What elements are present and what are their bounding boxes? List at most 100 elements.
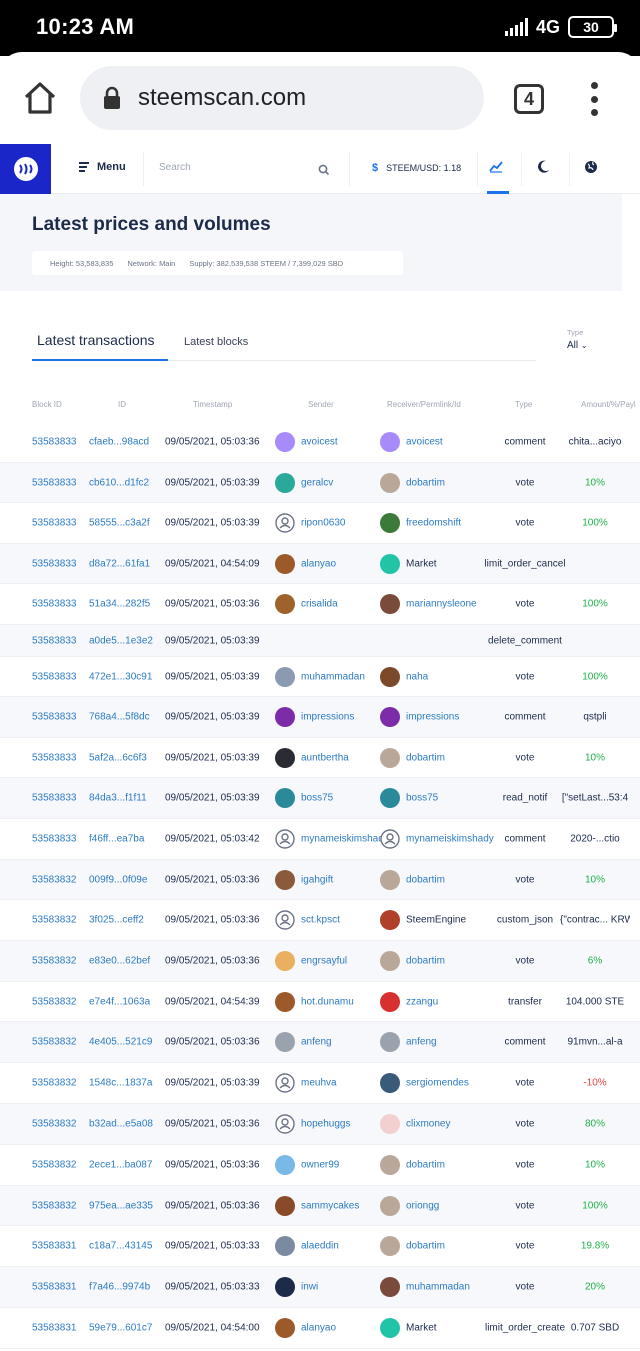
transaction-id-link[interactable]: e7e4f...1063a bbox=[89, 996, 150, 1007]
block-id-link[interactable]: 53583832 bbox=[32, 956, 77, 967]
home-icon[interactable] bbox=[22, 80, 58, 116]
block-id-link[interactable]: 53583831 bbox=[32, 1323, 77, 1334]
block-id-link[interactable]: 53583832 bbox=[32, 1160, 77, 1171]
receiver-link[interactable]: dobartim bbox=[406, 752, 445, 763]
steemscan-logo[interactable] bbox=[0, 144, 51, 194]
search-icon[interactable] bbox=[318, 164, 329, 175]
block-id-link[interactable]: 53583833 bbox=[32, 477, 77, 488]
transaction-id-link[interactable]: 5af2a...6c6f3 bbox=[89, 752, 147, 763]
chart-icon[interactable] bbox=[489, 159, 503, 173]
receiver-link[interactable]: anfeng bbox=[406, 1037, 437, 1048]
receiver-link[interactable]: boss75 bbox=[406, 793, 438, 804]
sender-link[interactable]: igahgift bbox=[301, 874, 333, 885]
receiver-link[interactable]: muhammadan bbox=[406, 1282, 470, 1293]
sender-link[interactable]: mynameiskimshady bbox=[301, 834, 389, 845]
block-id-link[interactable]: 53583833 bbox=[32, 793, 77, 804]
receiver-link[interactable]: mariannysleone bbox=[406, 599, 477, 610]
transaction-id-link[interactable]: 58555...c3a2f bbox=[89, 518, 150, 529]
sender-avatar[interactable] bbox=[275, 829, 295, 849]
block-id-link[interactable]: 53583833 bbox=[32, 635, 77, 646]
transaction-id-link[interactable]: 472e1...30c91 bbox=[89, 671, 152, 682]
sender-link[interactable]: ripon0630 bbox=[301, 518, 345, 529]
sender-link[interactable]: boss75 bbox=[301, 793, 333, 804]
moon-icon[interactable] bbox=[536, 160, 550, 174]
sender-link[interactable]: anfeng bbox=[301, 1037, 332, 1048]
sender-link[interactable]: owner99 bbox=[301, 1160, 339, 1171]
receiver-link[interactable]: freedomshift bbox=[406, 518, 461, 529]
sender-link[interactable]: auntbertha bbox=[301, 752, 349, 763]
sender-link[interactable]: geralcv bbox=[301, 477, 333, 488]
transaction-id-link[interactable]: 51a34...282f5 bbox=[89, 599, 150, 610]
transaction-id-link[interactable]: f7a46...9974b bbox=[89, 1282, 150, 1293]
sender-link[interactable]: crisalida bbox=[301, 599, 338, 610]
sender-link[interactable]: alanyao bbox=[301, 558, 336, 569]
sender-link[interactable]: muhammadan bbox=[301, 671, 365, 682]
receiver-link[interactable]: mynameiskimshady bbox=[406, 834, 494, 845]
type-filter-value[interactable]: All ⌄ bbox=[567, 340, 588, 351]
transaction-id-link[interactable]: 84da3...f1f11 bbox=[89, 793, 147, 804]
sender-link[interactable]: avoicest bbox=[301, 437, 338, 448]
url-text[interactable]: steemscan.com bbox=[138, 84, 306, 112]
block-id-link[interactable]: 53583833 bbox=[32, 437, 77, 448]
tab-switcher-button[interactable]: 4 bbox=[514, 84, 544, 114]
block-id-link[interactable]: 53583831 bbox=[32, 1241, 77, 1252]
receiver-link[interactable]: sergiomendes bbox=[406, 1078, 469, 1089]
sender-link[interactable]: sct.kpsct bbox=[301, 915, 340, 926]
transaction-id-link[interactable]: d8a72...61fa1 bbox=[89, 558, 150, 569]
transaction-id-link[interactable]: 4e405...521c9 bbox=[89, 1037, 152, 1048]
transaction-id-link[interactable]: cfaeb...98acd bbox=[89, 437, 149, 448]
receiver-link[interactable]: oriongg bbox=[406, 1200, 439, 1211]
receiver-link[interactable]: dobartim bbox=[406, 874, 445, 885]
block-id-link[interactable]: 53583832 bbox=[32, 1200, 77, 1211]
receiver-link[interactable]: dobartim bbox=[406, 477, 445, 488]
globe-icon[interactable] bbox=[584, 160, 598, 174]
block-id-link[interactable]: 53583832 bbox=[32, 915, 77, 926]
transaction-id-link[interactable]: 975ea...ae335 bbox=[89, 1200, 153, 1211]
sender-avatar[interactable] bbox=[275, 513, 295, 533]
sender-link[interactable]: impressions bbox=[301, 712, 354, 723]
address-bar[interactable]: steemscan.com bbox=[80, 66, 484, 130]
block-id-link[interactable]: 53583832 bbox=[32, 996, 77, 1007]
block-id-link[interactable]: 53583833 bbox=[32, 599, 77, 610]
transaction-id-link[interactable]: c18a7...43145 bbox=[89, 1241, 152, 1252]
receiver-link[interactable]: clixmoney bbox=[406, 1119, 450, 1130]
sender-avatar[interactable] bbox=[275, 1114, 295, 1134]
transaction-id-link[interactable]: 3f025...ceff2 bbox=[89, 915, 144, 926]
receiver-avatar[interactable] bbox=[380, 829, 400, 849]
receiver-link[interactable]: zzangu bbox=[406, 996, 438, 1007]
receiver-link[interactable]: naha bbox=[406, 671, 428, 682]
sender-link[interactable]: hopehuggs bbox=[301, 1119, 351, 1130]
transaction-id-link[interactable]: 59e79...601c7 bbox=[89, 1323, 152, 1334]
transaction-id-link[interactable]: e83e0...62bef bbox=[89, 956, 150, 967]
sender-link[interactable]: alaeddin bbox=[301, 1241, 339, 1252]
tab-latest-blocks[interactable]: Latest blocks bbox=[184, 336, 248, 348]
block-id-link[interactable]: 53583833 bbox=[32, 518, 77, 529]
receiver-link[interactable]: dobartim bbox=[406, 1160, 445, 1171]
block-id-link[interactable]: 53583833 bbox=[32, 558, 77, 569]
block-id-link[interactable]: 53583833 bbox=[32, 834, 77, 845]
sender-link[interactable]: meuhva bbox=[301, 1078, 337, 1089]
sender-link[interactable]: hot.dunamu bbox=[301, 996, 354, 1007]
more-menu-icon[interactable] bbox=[588, 82, 600, 116]
receiver-link[interactable]: dobartim bbox=[406, 1241, 445, 1252]
receiver-link[interactable]: SteemEngine bbox=[406, 915, 466, 926]
type-filter[interactable]: Type All ⌄ bbox=[567, 328, 588, 351]
block-id-link[interactable]: 53583832 bbox=[32, 1078, 77, 1089]
receiver-link[interactable]: Market bbox=[406, 558, 437, 569]
transaction-id-link[interactable]: b32ad...e5a08 bbox=[89, 1119, 153, 1130]
block-id-link[interactable]: 53583831 bbox=[32, 1282, 77, 1293]
sender-link[interactable]: alanyao bbox=[301, 1323, 336, 1334]
block-id-link[interactable]: 53583833 bbox=[32, 752, 77, 763]
sender-link[interactable]: inwi bbox=[301, 1282, 318, 1293]
sender-avatar[interactable] bbox=[275, 910, 295, 930]
receiver-link[interactable]: impressions bbox=[406, 712, 459, 723]
search-input[interactable]: Search bbox=[159, 162, 191, 173]
transaction-id-link[interactable]: 1548c...1837a bbox=[89, 1078, 152, 1089]
sender-link[interactable]: sammycakes bbox=[301, 1200, 359, 1211]
block-id-link[interactable]: 53583832 bbox=[32, 1037, 77, 1048]
block-id-link[interactable]: 53583833 bbox=[32, 671, 77, 682]
transaction-id-link[interactable]: f46ff...ea7ba bbox=[89, 834, 144, 845]
menu-button[interactable]: Menu bbox=[79, 161, 126, 173]
transaction-id-link[interactable]: 2ece1...ba087 bbox=[89, 1160, 152, 1171]
transaction-id-link[interactable]: cb610...d1fc2 bbox=[89, 477, 149, 488]
